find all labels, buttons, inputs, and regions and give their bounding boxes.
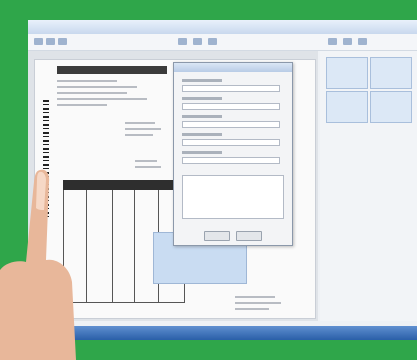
text-line [235, 302, 281, 304]
pointing-hand [0, 169, 76, 360]
window-titlebar[interactable] [28, 20, 417, 34]
table-column-divider [86, 190, 87, 302]
field-label [182, 133, 222, 136]
field-label [182, 97, 222, 100]
text-line [135, 166, 161, 168]
page-thumbnail[interactable] [326, 57, 368, 89]
table-column-divider [112, 190, 113, 302]
field-label [182, 151, 222, 154]
toolbar-button[interactable] [208, 38, 217, 45]
dialog-cancel-button[interactable] [236, 231, 262, 241]
dialog-input[interactable] [182, 103, 280, 110]
field-properties-dialog [173, 62, 293, 246]
taskbar [28, 326, 417, 340]
invoice-title [57, 66, 167, 74]
text-line [57, 104, 107, 106]
toolbar-button[interactable] [193, 38, 202, 45]
text-line [57, 86, 137, 88]
toolbar-button[interactable] [343, 38, 352, 45]
text-line [135, 160, 157, 162]
text-line [57, 98, 147, 100]
toolbar-button[interactable] [178, 38, 187, 45]
table-header [63, 180, 183, 190]
toolbar-button[interactable] [46, 38, 55, 45]
text-line [125, 128, 161, 130]
text-line [57, 92, 127, 94]
dialog-input[interactable] [182, 157, 280, 164]
toolbar-button[interactable] [358, 38, 367, 45]
text-line [235, 308, 269, 310]
text-line [57, 80, 117, 82]
text-line [125, 134, 153, 136]
page-thumbnail[interactable] [370, 57, 412, 89]
app-toolbar [28, 34, 417, 51]
dialog-text-area[interactable] [182, 175, 284, 219]
dialog-titlebar[interactable] [174, 63, 292, 72]
dialog-input[interactable] [182, 139, 280, 146]
green-frame [0, 0, 417, 360]
field-label [182, 115, 222, 118]
text-line [235, 296, 275, 298]
dialog-ok-button[interactable] [204, 231, 230, 241]
page-thumbnail[interactable] [370, 91, 412, 123]
monitor-screen [28, 20, 417, 340]
text-line [125, 122, 155, 124]
dialog-input[interactable] [182, 85, 280, 92]
dialog-input[interactable] [182, 121, 280, 128]
table-column-divider [134, 190, 135, 302]
toolbar-button[interactable] [328, 38, 337, 45]
thumbnail-panel [320, 51, 417, 321]
field-label [182, 79, 222, 82]
toolbar-button[interactable] [58, 38, 67, 45]
toolbar-button[interactable] [34, 38, 43, 45]
page-thumbnail[interactable] [326, 91, 368, 123]
